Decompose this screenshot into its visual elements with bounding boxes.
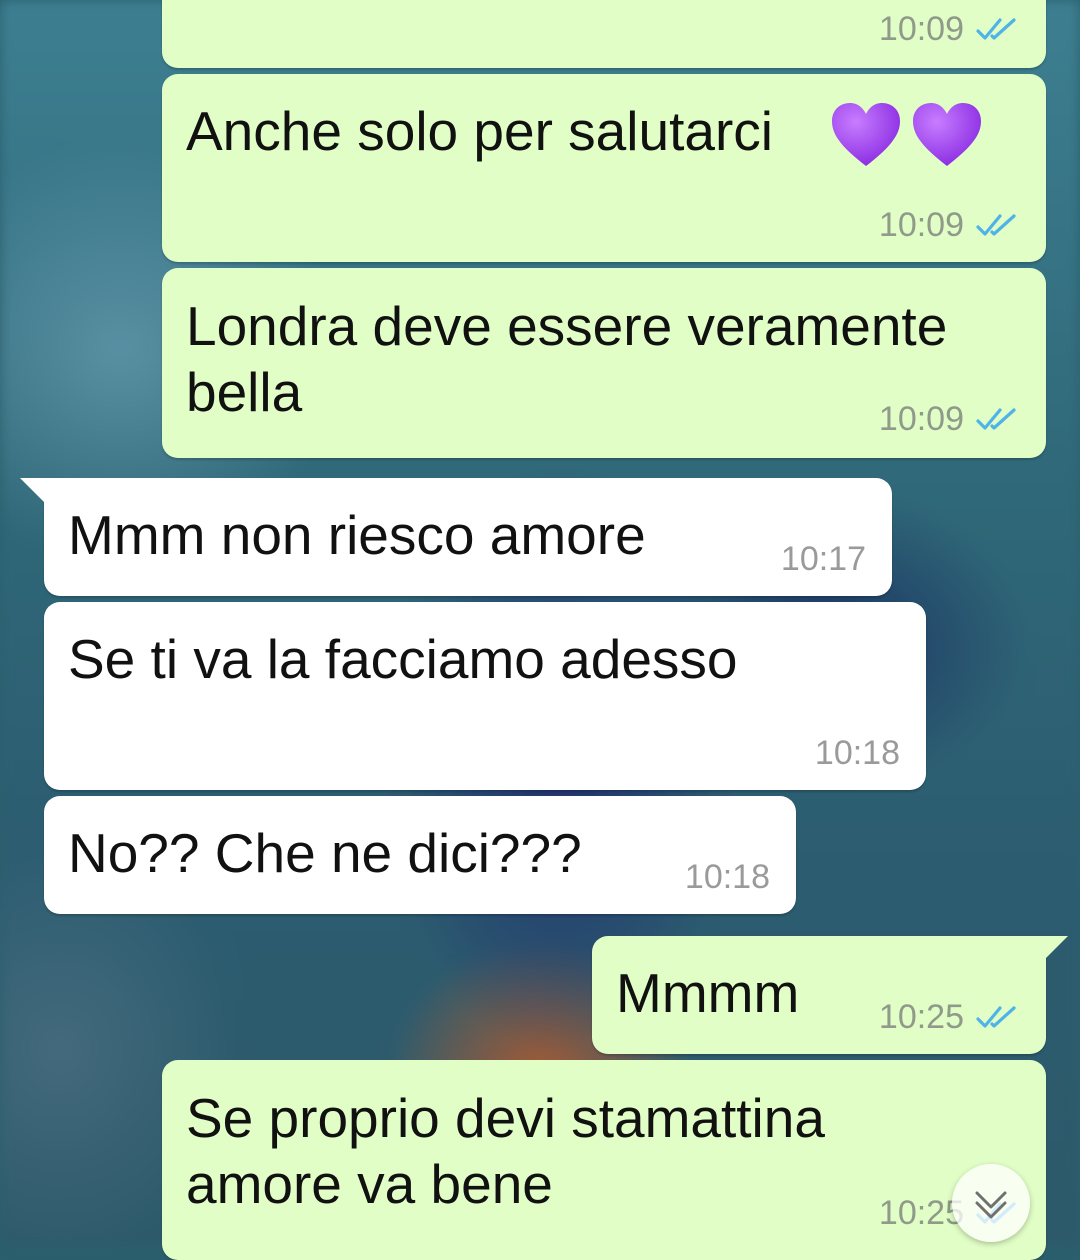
message-text-line: Se proprio devi stamattina: [186, 1087, 825, 1149]
message-meta: 10:25: [879, 998, 1020, 1037]
message-text-row: Anche solo per salutarci: [186, 98, 983, 168]
message-bubble-outgoing[interactable]: 10:09: [162, 0, 1046, 68]
message-text: No?? Che ne dici???: [68, 822, 582, 884]
message-bubble-incoming[interactable]: No?? Che ne dici??? 10:18: [44, 796, 796, 914]
message-meta: 10:09: [879, 10, 1020, 49]
message-text: Londra deve essere veramente bella: [186, 293, 947, 425]
message-bubble-outgoing[interactable]: Anche solo per salutarci 10:09: [162, 74, 1046, 262]
double-check-read-icon: [976, 17, 1016, 40]
purple-heart-icon: [912, 103, 981, 167]
message-bubble-incoming[interactable]: Mmm non riesco amore 10:17: [20, 478, 892, 596]
bubble-tail: [1042, 936, 1068, 962]
message-time: 10:09: [878, 206, 964, 244]
message-text-line: Londra deve essere veramente: [186, 295, 948, 357]
message-text: Mmmm: [616, 962, 800, 1024]
message-time: 10:09: [878, 10, 964, 48]
message-time: 10:09: [878, 400, 964, 438]
message-time: 10:18: [814, 734, 900, 772]
message-meta: 10:18: [685, 858, 770, 897]
message-time: 10:25: [878, 998, 964, 1036]
message-time: 10:18: [684, 858, 770, 896]
message-meta: 10:09: [879, 400, 1020, 439]
scroll-to-bottom-button[interactable]: [952, 1164, 1030, 1242]
bubble-tail: [20, 478, 46, 504]
message-meta: 10:17: [781, 540, 866, 579]
message-text: Mmm non riesco amore: [68, 504, 646, 566]
message-text-line: bella: [186, 361, 303, 423]
message-meta: 10:09: [879, 206, 1020, 245]
message-text: Se ti va la facciamo adesso: [68, 628, 738, 690]
message-time: 10:17: [780, 540, 866, 578]
message-meta: 10:18: [815, 734, 900, 773]
message-bubble-outgoing[interactable]: Mmmm 10:25: [592, 936, 1068, 1054]
purple-heart-icon: [831, 103, 900, 167]
message-bubble-incoming[interactable]: Se ti va la facciamo adesso 10:18: [44, 602, 926, 790]
message-text: Anche solo per salutarci: [186, 100, 773, 162]
message-text-line: amore va bene: [186, 1153, 553, 1215]
double-check-read-icon: [976, 1005, 1016, 1028]
double-check-read-icon: [976, 213, 1016, 236]
chevron-down-icon: [975, 1191, 1007, 1219]
message-bubble-outgoing[interactable]: Se proprio devi stamattina amore va bene…: [162, 1060, 1046, 1260]
double-check-read-icon: [976, 407, 1016, 430]
message-text: Se proprio devi stamattina amore va bene: [186, 1085, 825, 1217]
message-bubble-outgoing[interactable]: Londra deve essere veramente bella 10:09: [162, 268, 1046, 458]
